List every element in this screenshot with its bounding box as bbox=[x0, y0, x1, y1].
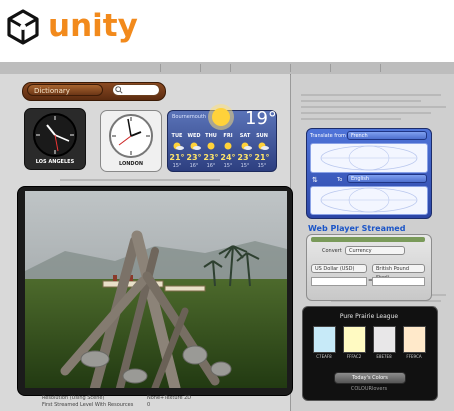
analog-clock-face-icon bbox=[33, 113, 77, 157]
swap-arrows-icon[interactable]: ⇅ bbox=[312, 176, 318, 184]
convert-type-select[interactable]: Currency bbox=[345, 246, 405, 255]
campfire-scene-illustration bbox=[25, 191, 287, 388]
translate-from-select[interactable]: French bbox=[347, 131, 427, 140]
translate-to-label: To bbox=[337, 177, 343, 183]
brand-wordmark: unity bbox=[48, 8, 138, 44]
globe-watermark-icon bbox=[320, 187, 418, 213]
currency-amount-input[interactable] bbox=[311, 277, 367, 286]
desktop-area: Dictionary LOS ANGELES LONDON 19° Bourne… bbox=[0, 62, 454, 411]
currency-header-bar bbox=[311, 237, 425, 242]
weather-high: 21° bbox=[254, 153, 270, 162]
weather-high: 24° bbox=[220, 153, 236, 162]
convert-label: Convert bbox=[322, 248, 342, 254]
colour-swatch[interactable] bbox=[343, 326, 366, 353]
translate-result-text-area bbox=[310, 186, 428, 215]
weather-high: 23° bbox=[237, 153, 253, 162]
swatch-hex-code: C7EAF8 bbox=[316, 354, 332, 359]
weather-high: 23° bbox=[203, 153, 219, 162]
weather-low: 16° bbox=[206, 163, 216, 169]
dictionary-source-select[interactable]: Dictionary bbox=[27, 84, 103, 96]
weather-low: 15° bbox=[240, 163, 250, 169]
player-status-value: 0 bbox=[147, 402, 151, 408]
weather-low: 16° bbox=[189, 163, 199, 169]
web-player-caption: Web Player Streamed bbox=[308, 224, 406, 233]
weather-low: 15° bbox=[172, 163, 182, 169]
clock-widget-london[interactable]: LONDON bbox=[100, 110, 162, 172]
colour-swatch[interactable] bbox=[403, 326, 426, 353]
currency-to-select[interactable]: British Pound Sterli... bbox=[372, 264, 425, 281]
dictionary-search-input[interactable] bbox=[112, 84, 160, 96]
weather-day: FRI bbox=[223, 133, 233, 139]
player-status-value: None+Texture 2D bbox=[147, 395, 192, 401]
weather-high: 23° bbox=[186, 153, 202, 162]
palette-footer-brand: COLOURlovers bbox=[350, 386, 388, 392]
colour-swatch[interactable] bbox=[313, 326, 336, 353]
translate-to-select[interactable]: English bbox=[347, 174, 427, 183]
sun-icon bbox=[208, 104, 234, 130]
weather-day: SAT bbox=[239, 133, 251, 139]
weather-day: SUN bbox=[256, 133, 268, 139]
player-status-label: First Streamed Level With Resources bbox=[42, 402, 134, 408]
analog-clock-face-icon bbox=[109, 114, 153, 158]
weather-day: WED bbox=[187, 133, 201, 139]
currency-result-field bbox=[372, 277, 425, 286]
clock-city-label: LOS ANGELES bbox=[35, 159, 75, 165]
player-status-label: Resolution (Using Scene) bbox=[42, 395, 105, 401]
palette-source-select[interactable]: Today's Colors bbox=[334, 372, 406, 384]
weather-high: 21° bbox=[169, 153, 185, 162]
weather-low: 15° bbox=[223, 163, 233, 169]
globe-watermark-icon bbox=[320, 145, 418, 171]
clock-city-label: LONDON bbox=[118, 161, 144, 167]
weather-day: TUE bbox=[171, 133, 183, 139]
colour-swatch[interactable] bbox=[373, 326, 396, 353]
unity-3d-scene-viewport[interactable] bbox=[25, 191, 287, 388]
weather-day: THU bbox=[205, 133, 217, 139]
currency-from-select[interactable]: US Dollar (USD) bbox=[311, 264, 367, 273]
swatch-hex-code: FFE9CA bbox=[406, 354, 422, 359]
weather-current-temp: 19° bbox=[245, 108, 277, 129]
swatch-hex-code: E8E7E8 bbox=[376, 354, 392, 359]
header-bar: unity bbox=[0, 0, 454, 62]
palette-title: Pure Prairie League bbox=[339, 313, 399, 320]
translate-source-text-area[interactable] bbox=[310, 143, 428, 173]
clock-widget-los-angeles[interactable]: LOS ANGELES bbox=[24, 108, 86, 170]
weather-city: Bournemouth bbox=[172, 114, 207, 120]
translate-from-label: Translate from bbox=[310, 133, 346, 139]
partly-cloudy-icon bbox=[173, 142, 269, 150]
swatch-hex-code: FFFAC2 bbox=[346, 354, 362, 359]
weather-low: 15° bbox=[257, 163, 267, 169]
search-icon bbox=[115, 86, 123, 94]
unity-cube-icon bbox=[7, 9, 39, 45]
